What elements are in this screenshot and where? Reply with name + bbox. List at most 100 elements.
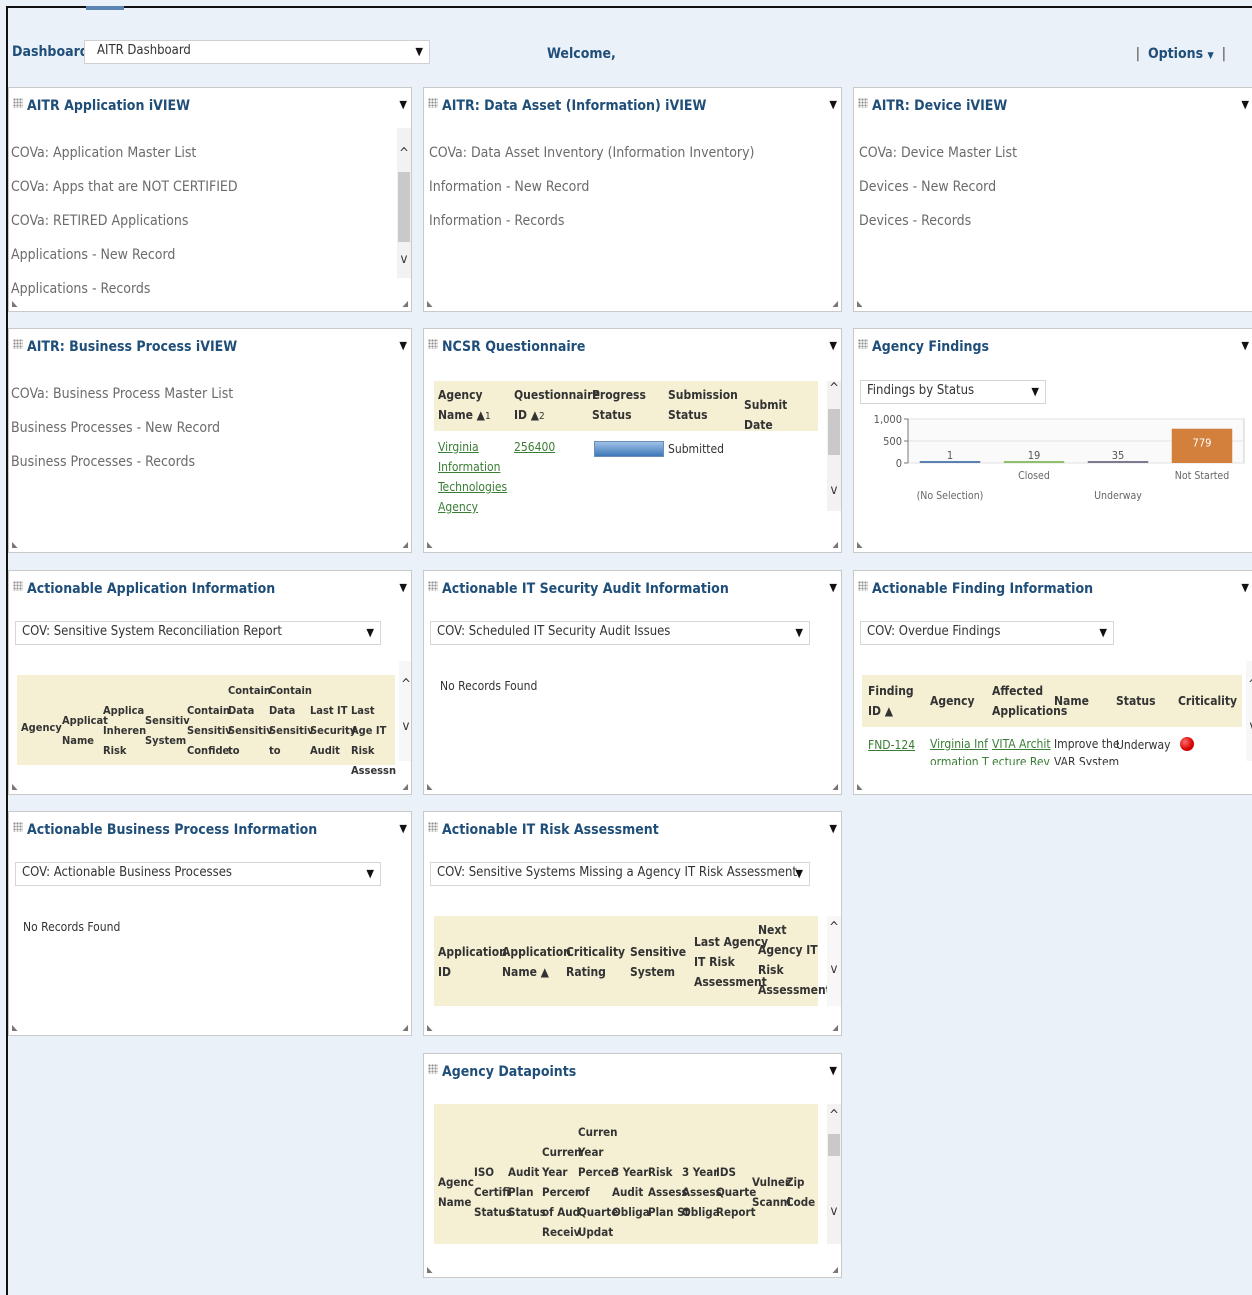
col-header[interactable]: Audit Plan Status [508, 1162, 546, 1222]
scroll-up-icon[interactable]: ^ [399, 677, 411, 692]
col-header[interactable]: Last Age IT Risk Assessn [351, 701, 396, 781]
scroll-down-icon[interactable]: v [827, 962, 841, 977]
link-apps-new-record[interactable]: Applications - New Record [11, 238, 238, 272]
scroll-up-icon[interactable]: ^ [1246, 677, 1252, 692]
resize-handle-icon[interactable]: ◣ [857, 540, 863, 549]
resize-handle-icon[interactable]: ◢ [402, 299, 408, 308]
dashboard-select[interactable]: AITR Dashboard ▼ [84, 40, 430, 64]
scroll-thumb[interactable] [398, 172, 410, 242]
audit-report-select[interactable]: COV: Scheduled IT Security Audit Issues ▼ [430, 621, 810, 645]
resize-handle-icon[interactable]: ◢ [402, 782, 408, 791]
scroll-down-icon[interactable]: v [1246, 719, 1252, 734]
resize-handle-icon[interactable]: ◣ [12, 299, 18, 308]
drag-handle-icon[interactable] [428, 822, 438, 832]
finding-agency-link[interactable]: Virginia Inf ormation T [930, 735, 989, 765]
resize-handle-icon[interactable]: ◣ [12, 1023, 18, 1032]
col-header-criticality[interactable]: Criticality [1178, 691, 1237, 711]
col-header-status[interactable]: Status [1116, 691, 1156, 711]
col-header-application-id[interactable]: Application ID [438, 942, 507, 982]
col-header-next-assessment[interactable]: Next Agency IT Risk Assessment [758, 920, 831, 1000]
link-bp-master-list[interactable]: COVa: Business Process Master List [11, 377, 233, 411]
col-header[interactable]: ISO Certifi Status [474, 1162, 512, 1222]
panel-menu-chevron-icon[interactable]: ▼ [1241, 339, 1249, 352]
resize-handle-icon[interactable]: ◢ [402, 1023, 408, 1032]
link-apps-records[interactable]: Applications - Records [11, 272, 238, 306]
scrollbar[interactable]: ^ v [397, 128, 411, 278]
col-header-agency[interactable]: Agency Name ▲1 [438, 385, 491, 427]
link-retired-apps[interactable]: COVa: RETIRED Applications [11, 204, 238, 238]
resize-handle-icon[interactable]: ◣ [427, 540, 433, 549]
scroll-down-icon[interactable]: v [399, 719, 411, 734]
resize-handle-icon[interactable]: ◣ [427, 1023, 433, 1032]
panel-menu-chevron-icon[interactable]: ▼ [399, 822, 407, 835]
col-header-application-name[interactable]: Application Name ▲ [502, 942, 571, 982]
panel-menu-chevron-icon[interactable]: ▼ [829, 1064, 837, 1077]
resize-handle-icon[interactable]: ◢ [402, 540, 408, 549]
panel-menu-chevron-icon[interactable]: ▼ [399, 581, 407, 594]
finding-affected-app-link[interactable]: VITA Archit ecture Rev [992, 735, 1051, 765]
scrollbar[interactable]: ^ v [827, 381, 841, 511]
app-report-select[interactable]: COV: Sensitive System Reconciliation Rep… [15, 621, 381, 645]
link-devices-new-record[interactable]: Devices - New Record [859, 170, 1017, 204]
drag-handle-icon[interactable] [428, 1064, 438, 1074]
col-header[interactable]: Contain Sensitiv Confide [187, 701, 232, 761]
drag-handle-icon[interactable] [858, 339, 868, 349]
drag-handle-icon[interactable] [858, 581, 868, 591]
finding-report-select[interactable]: COV: Overdue Findings ▼ [860, 621, 1114, 645]
panel-menu-chevron-icon[interactable]: ▼ [829, 98, 837, 111]
scroll-thumb[interactable] [828, 1134, 840, 1156]
resize-handle-icon[interactable]: ◣ [857, 299, 863, 308]
panel-menu-chevron-icon[interactable]: ▼ [829, 581, 837, 594]
scrollbar[interactable]: ^ v [827, 916, 841, 1006]
link-bp-new-record[interactable]: Business Processes - New Record [11, 411, 233, 445]
scrollbar[interactable]: ^ v [1246, 661, 1252, 761]
col-header-questionnaire-id[interactable]: Questionnaire ID ▲2 [514, 385, 600, 427]
panel-menu-chevron-icon[interactable]: ▼ [399, 98, 407, 111]
col-header-sensitive[interactable]: Sensitive System [630, 942, 686, 982]
drag-handle-icon[interactable] [428, 339, 438, 349]
resize-handle-icon[interactable]: ◣ [427, 782, 433, 791]
resize-handle-icon[interactable]: ◢ [832, 299, 838, 308]
col-header[interactable]: Applica Inheren Risk [103, 701, 146, 761]
drag-handle-icon[interactable] [428, 581, 438, 591]
scroll-thumb[interactable] [828, 409, 840, 455]
scroll-down-icon[interactable]: v [397, 252, 411, 267]
panel-menu-chevron-icon[interactable]: ▼ [1241, 581, 1249, 594]
scrollbar[interactable]: ^ v [399, 661, 411, 761]
panel-menu-chevron-icon[interactable]: ▼ [829, 822, 837, 835]
drag-handle-icon[interactable] [858, 98, 868, 108]
resize-handle-icon[interactable]: ◢ [832, 782, 838, 791]
panel-menu-chevron-icon[interactable]: ▼ [829, 339, 837, 352]
col-header[interactable]: Contain Data Sensitiv to [269, 681, 314, 761]
col-header-progress[interactable]: Progress Status [592, 385, 646, 425]
col-header-last-assessment[interactable]: Last Agency IT Risk Assessment [694, 932, 768, 992]
col-header-finding-id[interactable]: Finding ID ▲ [868, 681, 914, 721]
link-apps-not-certified[interactable]: COVa: Apps that are NOT CERTIFIED [11, 170, 238, 204]
link-app-master-list[interactable]: COVa: Application Master List [11, 136, 238, 170]
resize-handle-icon[interactable]: ◣ [427, 299, 433, 308]
resize-handle-icon[interactable]: ◣ [427, 1265, 433, 1274]
drag-handle-icon[interactable] [13, 581, 23, 591]
options-menu[interactable]: | Options ▼ | [1128, 46, 1234, 62]
scroll-up-icon[interactable]: ^ [827, 381, 841, 396]
col-header-agency[interactable]: Agency [930, 691, 975, 711]
col-header[interactable]: Agenc Name [438, 1172, 474, 1212]
link-information-records[interactable]: Information - Records [429, 204, 754, 238]
resize-handle-icon[interactable]: ◣ [857, 782, 863, 791]
link-data-asset-inventory[interactable]: COVa: Data Asset Inventory (Information … [429, 136, 754, 170]
drag-handle-icon[interactable] [428, 98, 438, 108]
col-header[interactable]: Sensitiv System [145, 711, 190, 751]
bp-report-select[interactable]: COV: Actionable Business Processes ▼ [15, 862, 381, 886]
link-information-new-record[interactable]: Information - New Record [429, 170, 754, 204]
link-devices-records[interactable]: Devices - Records [859, 204, 1017, 238]
scroll-up-icon[interactable]: ^ [827, 920, 841, 935]
col-header[interactable]: 3 Year Audit Obliga [612, 1162, 650, 1222]
scrollbar[interactable]: ^ v [827, 1104, 841, 1244]
col-header[interactable]: Contain Data Sensitiv to [228, 681, 273, 761]
col-header-criticality[interactable]: Criticality Rating [566, 942, 625, 982]
col-header-name[interactable]: Name [1054, 691, 1089, 711]
resize-handle-icon[interactable]: ◢ [832, 1265, 838, 1274]
resize-handle-icon[interactable]: ◣ [12, 540, 18, 549]
col-header-submission[interactable]: Submission Status [668, 385, 738, 425]
col-header-submit-date[interactable]: Submit Date [744, 395, 818, 435]
